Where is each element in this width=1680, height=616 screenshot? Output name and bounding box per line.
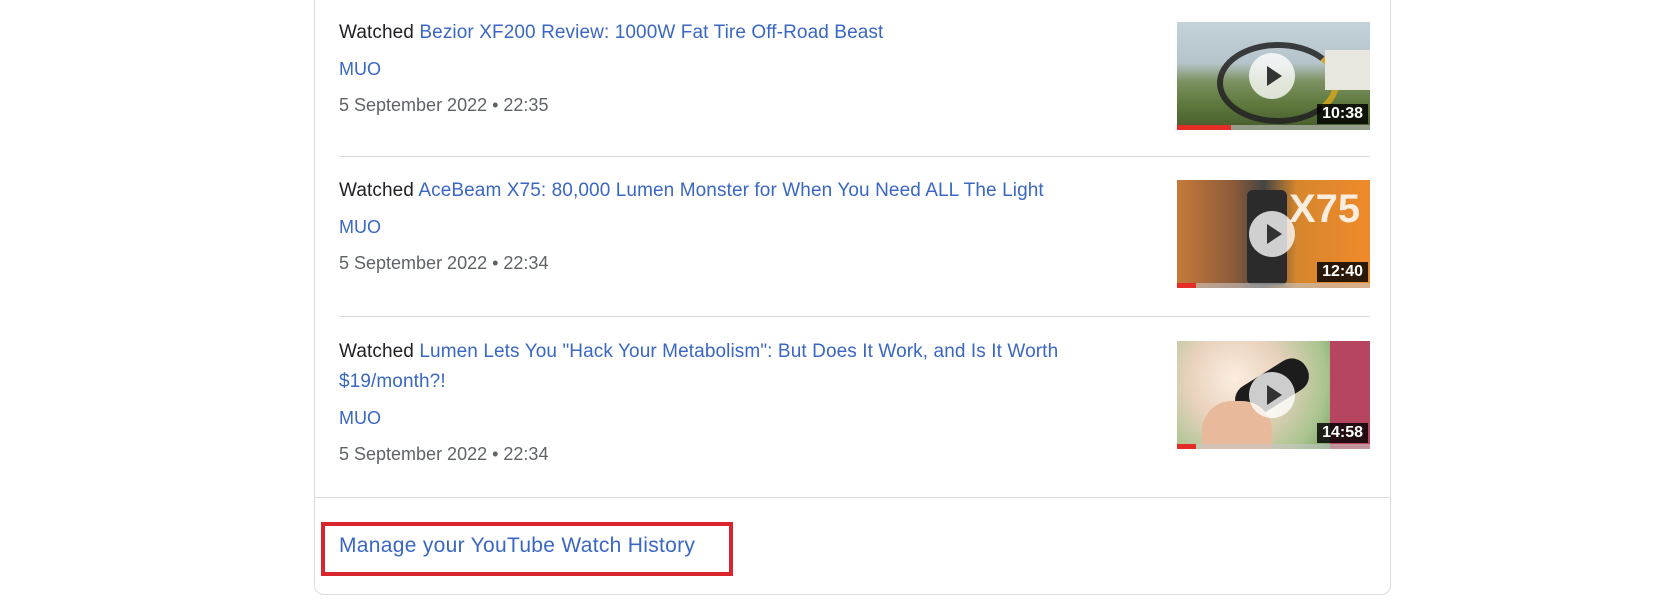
history-entry: Watched AceBeam X75: 80,000 Lumen Monste…: [339, 176, 1370, 306]
entry-divider: [339, 316, 1370, 317]
watch-progress-fill: [1177, 125, 1232, 130]
watch-progress-bar: [1177, 125, 1370, 130]
history-entry: Watched Bezior XF200 Review: 1000W Fat T…: [339, 18, 1370, 148]
play-icon: [1249, 211, 1295, 257]
entry-text: Watched Lumen Lets You "Hack Your Metabo…: [339, 337, 1119, 469]
watch-timestamp: 5 September 2022 • 22:34: [339, 253, 549, 273]
video-title-link[interactable]: Bezior XF200 Review: 1000W Fat Tire Off-…: [419, 22, 883, 43]
channel-link[interactable]: MUO: [339, 54, 1119, 84]
entry-divider: [339, 156, 1370, 157]
entry-text: Watched Bezior XF200 Review: 1000W Fat T…: [339, 18, 1119, 120]
entry-title-line: Watched Bezior XF200 Review: 1000W Fat T…: [339, 18, 1119, 48]
play-icon: [1249, 53, 1295, 99]
play-icon: [1249, 372, 1295, 418]
history-entry: Watched Lumen Lets You "Hack Your Metabo…: [339, 337, 1370, 487]
entry-title-line: Watched Lumen Lets You "Hack Your Metabo…: [339, 337, 1119, 397]
video-title-link[interactable]: AceBeam X75: 80,000 Lumen Monster for Wh…: [418, 180, 1043, 201]
video-thumbnail[interactable]: 14:58: [1177, 341, 1370, 449]
manage-watch-history-link[interactable]: Manage your YouTube Watch History: [339, 531, 695, 561]
watch-history-card: Watched Bezior XF200 Review: 1000W Fat T…: [314, 0, 1391, 595]
video-duration: 12:40: [1317, 262, 1368, 282]
watch-progress-bar: [1177, 444, 1370, 449]
entry-text: Watched AceBeam X75: 80,000 Lumen Monste…: [339, 176, 1119, 278]
watched-label: Watched: [339, 22, 414, 43]
watch-timestamp: 5 September 2022 • 22:35: [339, 95, 549, 115]
video-duration: 14:58: [1317, 423, 1368, 443]
watch-progress-bar: [1177, 283, 1370, 288]
channel-link[interactable]: MUO: [339, 403, 1119, 433]
watch-progress-fill: [1177, 283, 1197, 288]
video-title-link[interactable]: Lumen Lets You "Hack Your Metabolism": B…: [339, 341, 1058, 392]
watch-progress-fill: [1177, 444, 1197, 449]
watch-timestamp: 5 September 2022 • 22:34: [339, 444, 549, 464]
channel-link[interactable]: MUO: [339, 212, 1119, 242]
watched-label: Watched: [339, 180, 414, 201]
watched-label: Watched: [339, 341, 414, 362]
video-duration: 10:38: [1317, 104, 1368, 124]
entry-title-line: Watched AceBeam X75: 80,000 Lumen Monste…: [339, 176, 1119, 206]
video-thumbnail[interactable]: X75 12:40: [1177, 180, 1370, 288]
video-thumbnail[interactable]: 10:38: [1177, 22, 1370, 130]
footer-divider: [315, 497, 1390, 498]
